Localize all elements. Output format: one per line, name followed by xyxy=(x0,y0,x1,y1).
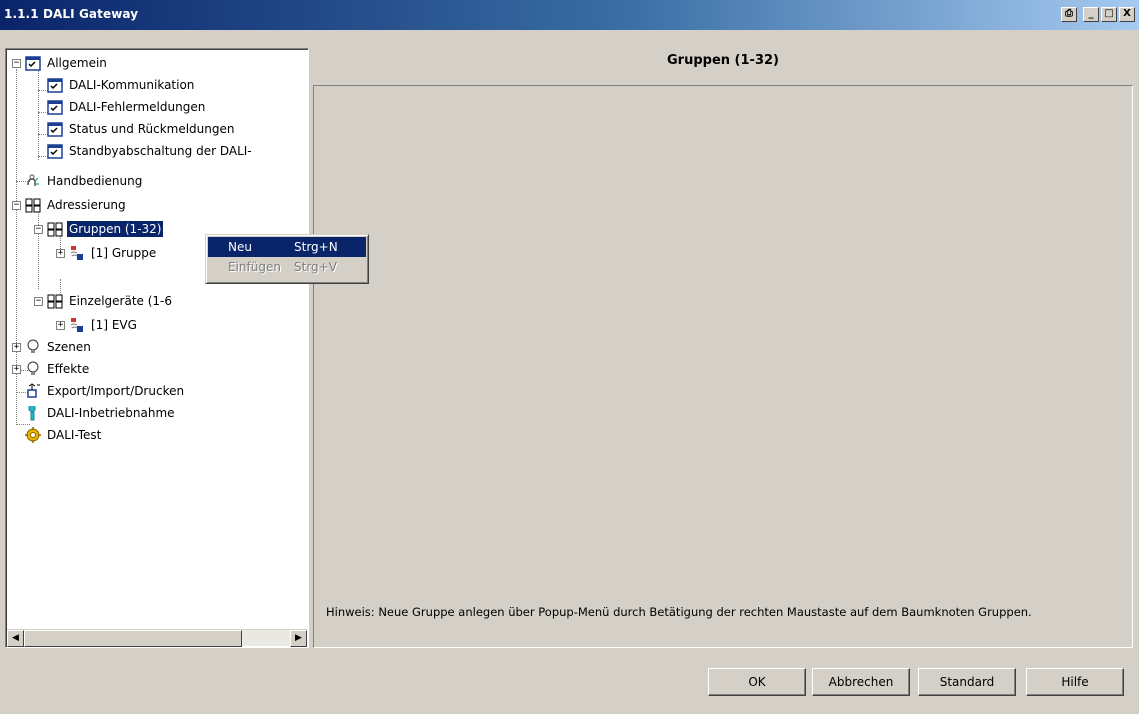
maximize-button[interactable]: □ xyxy=(1101,7,1117,22)
tree-item-dali-test[interactable]: DALI-Test xyxy=(24,425,103,445)
hand-operation-icon xyxy=(24,173,42,189)
tree-item-dali-kommunikation[interactable]: DALI-Kommunikation xyxy=(46,75,196,95)
hint-text: Hinweis: Neue Gruppe anlegen über Popup-… xyxy=(326,605,1032,619)
tree-item-label: Adressierung xyxy=(47,198,126,212)
tree-item-label: Szenen xyxy=(47,340,91,354)
export-icon xyxy=(24,383,42,399)
tree-item-label: Einzelgeräte (1-6 xyxy=(69,294,173,308)
tree-item-label: DALI-Fehlermeldungen xyxy=(69,100,206,114)
page-title: Gruppen (1-32) xyxy=(667,53,779,68)
tree-item-label: Effekte xyxy=(47,362,90,376)
tree-item-label: Handbedienung xyxy=(47,174,143,188)
tree-item-export-import[interactable]: Export/Import/Drucken xyxy=(24,381,186,401)
tree-collapse-toggle[interactable]: − xyxy=(12,59,21,68)
menu-item-shortcut: Strg+V xyxy=(294,260,337,274)
menu-item-label: Neu xyxy=(228,240,252,254)
tree-item-label: Allgemein xyxy=(47,56,107,70)
window-titlebar: 1.1.1 DALI Gateway ⎙ _ □ X xyxy=(0,0,1139,30)
checklist-icon xyxy=(24,55,42,71)
checklist-icon xyxy=(46,99,64,115)
grid-icon xyxy=(46,221,64,237)
ok-button[interactable]: OK xyxy=(708,668,806,696)
wrench-icon xyxy=(24,405,42,421)
tree-item-label: [1] EVG xyxy=(91,318,137,332)
print-button[interactable]: ⎙ xyxy=(1061,7,1077,22)
checklist-icon xyxy=(46,121,64,137)
tree-horizontal-scrollbar[interactable]: ◀ ▶ xyxy=(7,629,307,647)
device-group-icon xyxy=(68,317,86,333)
tree-item-adressierung[interactable]: Adressierung xyxy=(24,195,128,215)
device-group-icon xyxy=(68,245,86,261)
tree-item-evg-1[interactable]: [1] EVG xyxy=(68,315,139,335)
scroll-thumb[interactable] xyxy=(24,630,242,647)
tree-item-dali-inbetriebnahme[interactable]: DALI-Inbetriebnahme xyxy=(24,403,177,423)
tree-item-label: Gruppen (1-32) xyxy=(67,221,164,237)
minimize-button[interactable]: _ xyxy=(1083,7,1099,22)
tree-item-einzelgeraete[interactable]: Einzelgeräte (1-6 xyxy=(46,291,174,311)
parameter-tree[interactable]: − Allgemein DALI-Kommunikation DALI-Fehl… xyxy=(5,48,309,648)
grid-icon xyxy=(46,293,64,309)
tree-item-effekte[interactable]: Effekte xyxy=(24,359,91,379)
window-controls: ⎙ _ □ X xyxy=(1061,7,1135,22)
checklist-icon xyxy=(46,77,64,93)
context-menu-item-einfuegen[interactable]: Einfügen Strg+V xyxy=(208,257,366,277)
tree-item-standbyabschaltung[interactable]: Standbyabschaltung der DALI- xyxy=(46,141,254,161)
lightbulb-icon xyxy=(24,339,42,355)
tree-item-gruppen[interactable]: Gruppen (1-32) xyxy=(46,219,164,239)
tree-expand-toggle[interactable]: + xyxy=(12,365,21,374)
tree-expand-toggle[interactable]: + xyxy=(12,343,21,352)
close-button[interactable]: X xyxy=(1119,7,1135,22)
tree-line xyxy=(38,69,39,160)
tree-item-allgemein[interactable]: Allgemein xyxy=(24,53,109,73)
tree-item-label: DALI-Inbetriebnahme xyxy=(47,406,175,420)
tree-item-label: [1] Gruppe xyxy=(91,246,157,260)
checklist-icon xyxy=(46,143,64,159)
tree-item-szenen[interactable]: Szenen xyxy=(24,337,93,357)
standard-button[interactable]: Standard xyxy=(918,668,1016,696)
grid-icon xyxy=(24,197,42,213)
tree-item-label: Standbyabschaltung der DALI- xyxy=(69,144,252,158)
tree-item-label: Export/Import/Drucken xyxy=(47,384,185,398)
context-menu: Neu Strg+N Einfügen Strg+V xyxy=(205,234,369,284)
lightbulb-icon xyxy=(24,361,42,377)
context-menu-item-neu[interactable]: Neu Strg+N xyxy=(208,237,366,257)
menu-item-shortcut: Strg+N xyxy=(294,240,338,254)
tree-item-status-rueckmeldungen[interactable]: Status und Rückmeldungen xyxy=(46,119,237,139)
tree-item-label: Status und Rückmeldungen xyxy=(69,122,235,136)
tree-item-label: DALI-Kommunikation xyxy=(69,78,195,92)
tree-expand-toggle[interactable]: + xyxy=(56,321,65,330)
menu-item-label: Einfügen xyxy=(228,260,281,274)
window-title: 1.1.1 DALI Gateway xyxy=(4,7,139,21)
gear-icon xyxy=(24,427,42,443)
tree-expand-toggle[interactable]: + xyxy=(56,249,65,258)
tree-item-dali-fehlermeldungen[interactable]: DALI-Fehlermeldungen xyxy=(46,97,207,117)
tree-line xyxy=(38,207,39,289)
tree-collapse-toggle[interactable]: − xyxy=(12,201,21,210)
tree-collapse-toggle[interactable]: − xyxy=(34,297,43,306)
tree-item-gruppe-1[interactable]: [1] Gruppe xyxy=(68,243,158,263)
tree-collapse-toggle[interactable]: − xyxy=(34,225,43,234)
scroll-left-button[interactable]: ◀ xyxy=(7,630,24,647)
tree-item-handbedienung[interactable]: Handbedienung xyxy=(24,171,144,191)
tree-item-label: DALI-Test xyxy=(47,428,102,442)
content-area: Hinweis: Neue Gruppe anlegen über Popup-… xyxy=(313,85,1133,648)
scroll-right-button[interactable]: ▶ xyxy=(290,630,307,647)
cancel-button[interactable]: Abbrechen xyxy=(812,668,910,696)
help-button[interactable]: Hilfe xyxy=(1026,668,1124,696)
